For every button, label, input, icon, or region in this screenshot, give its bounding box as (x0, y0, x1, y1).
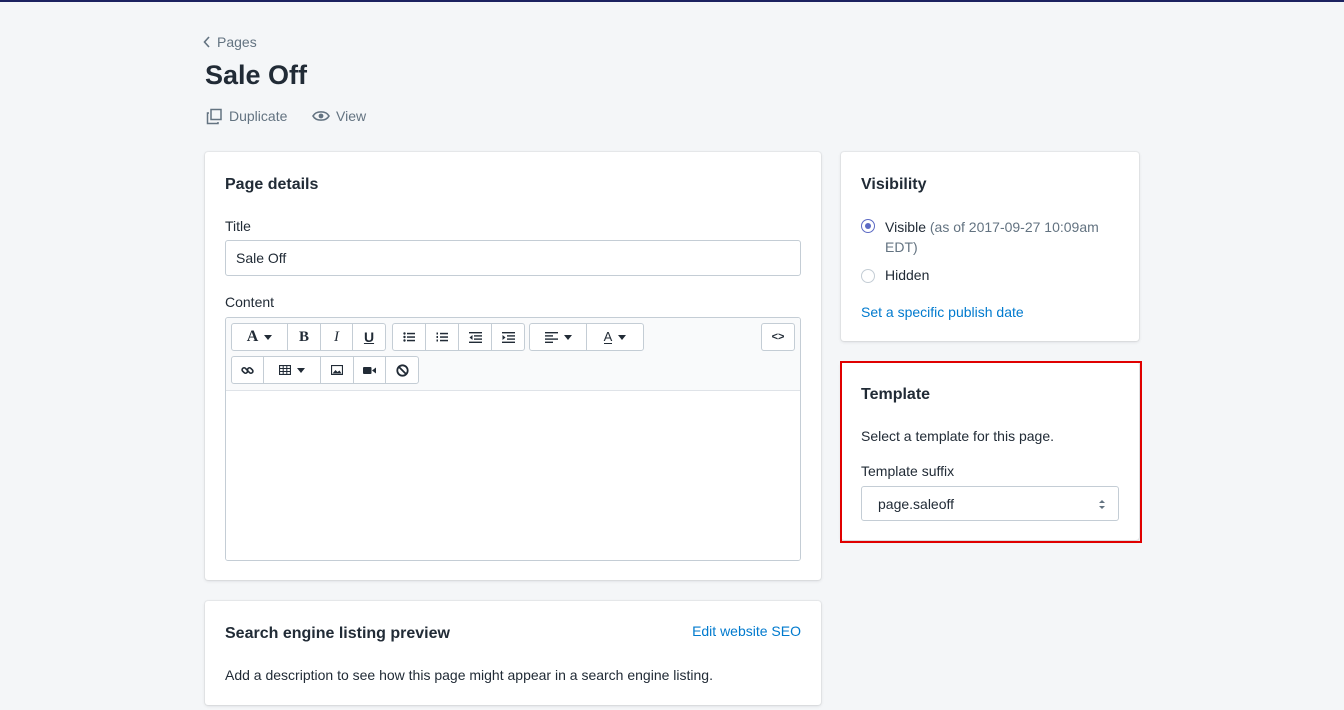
source-code-button[interactable]: <> (762, 324, 794, 350)
font-glyph: A (246, 328, 259, 345)
link-icon (241, 366, 254, 374)
text-style-group: A B I U (231, 323, 386, 351)
insert-table-dropdown[interactable] (264, 357, 321, 383)
editor-content-area[interactable] (226, 391, 800, 560)
video-camera-icon (363, 366, 376, 374)
align-left-icon (544, 331, 558, 343)
font-format-dropdown[interactable]: A (232, 324, 288, 350)
seo-preview-card: Search engine listing preview Edit websi… (205, 601, 821, 705)
title-label: Title (225, 218, 251, 234)
underline-button[interactable]: U (353, 324, 385, 350)
page-details-card: Page details Title Sale Off Content A B … (205, 152, 821, 580)
clear-formatting-button[interactable] (386, 357, 418, 383)
table-icon (279, 365, 291, 375)
bullet-list-button[interactable] (393, 324, 426, 350)
editor-toolbar: A B I U A <> (226, 318, 800, 391)
breadcrumb-label: Pages (217, 34, 257, 50)
source-group: <> (761, 323, 795, 351)
title-input[interactable]: Sale Off (225, 240, 801, 276)
image-icon (331, 365, 343, 375)
prohibited-icon (395, 363, 409, 377)
text-color-dropdown[interactable]: A (587, 324, 643, 350)
italic-button[interactable]: I (321, 324, 353, 350)
bullet-list-icon (403, 332, 415, 342)
duplicate-icon (206, 108, 222, 124)
caret-down-icon (618, 334, 627, 340)
page-title: Sale Off (205, 60, 308, 90)
visibility-card: Visibility Visible (as of 2017-09-27 10:… (841, 152, 1139, 341)
eye-icon (312, 111, 330, 121)
hidden-radio[interactable] (861, 269, 875, 283)
highlight-annotation-box (840, 361, 1142, 543)
chevron-left-icon (203, 36, 210, 48)
duplicate-label: Duplicate (229, 108, 288, 124)
seo-description: Add a description to see how this page m… (225, 667, 713, 683)
set-publish-date-link[interactable]: Set a specific publish date (861, 304, 1024, 320)
breadcrumb[interactable]: Pages (203, 32, 257, 52)
insert-image-button[interactable] (321, 357, 354, 383)
text-color-glyph: A (603, 328, 613, 344)
duplicate-button[interactable]: Duplicate (206, 106, 287, 126)
page-details-heading: Page details (225, 176, 319, 193)
insert-video-button[interactable] (354, 357, 386, 383)
align-dropdown[interactable] (530, 324, 587, 350)
align-color-group: A (529, 323, 644, 351)
numbered-list-icon (436, 332, 448, 342)
visible-option[interactable]: Visible (as of 2017-09-27 10:09am EDT) (885, 217, 1125, 257)
indent-button[interactable] (492, 324, 524, 350)
bold-button[interactable]: B (288, 324, 321, 350)
caret-down-icon (297, 367, 305, 373)
insert-group (231, 356, 419, 384)
view-button[interactable]: View (312, 106, 366, 126)
numbered-list-button[interactable] (426, 324, 459, 350)
view-label: View (336, 108, 367, 124)
caret-down-icon (264, 334, 273, 340)
outdent-button[interactable] (459, 324, 492, 350)
indent-icon (501, 331, 515, 343)
content-label: Content (225, 294, 275, 310)
visible-radio[interactable] (861, 219, 875, 233)
visible-label: Visible (885, 219, 926, 235)
hidden-label[interactable]: Hidden (885, 267, 929, 283)
seo-heading: Search engine listing preview (225, 625, 450, 642)
caret-down-icon (563, 334, 572, 340)
list-indent-group (392, 323, 525, 351)
visibility-heading: Visibility (861, 176, 927, 193)
insert-link-button[interactable] (232, 357, 264, 383)
rich-text-editor: A B I U A <> (225, 317, 801, 561)
outdent-icon (468, 331, 482, 343)
edit-website-seo-link[interactable]: Edit website SEO (692, 623, 801, 639)
